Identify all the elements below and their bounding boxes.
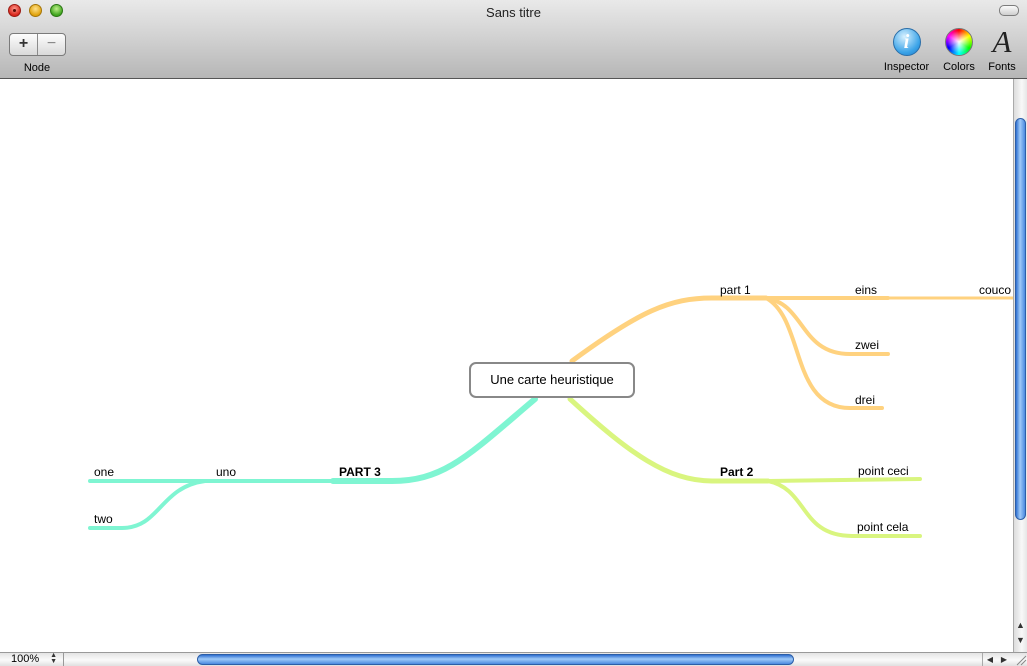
zoom-control[interactable]: 100% ▲ ▼: [0, 652, 64, 666]
scroll-up-icon[interactable]: ▲: [1014, 618, 1027, 633]
node-part-1[interactable]: part 1: [720, 283, 751, 297]
colors-label: Colors: [943, 61, 975, 73]
horizontal-scroll-thumb[interactable]: [197, 654, 794, 665]
fonts-tool[interactable]: A Fonts: [985, 24, 1019, 73]
node-one[interactable]: one: [94, 465, 114, 479]
color-wheel-icon: [945, 28, 973, 56]
resize-grip-icon[interactable]: [1013, 653, 1027, 666]
node-zwei[interactable]: zwei: [855, 338, 879, 352]
window-title: Sans titre: [486, 5, 541, 20]
node-point-cela[interactable]: point cela: [857, 520, 908, 534]
node-couco[interactable]: couco: [979, 283, 1011, 297]
zoom-stepper-icon[interactable]: ▲ ▼: [50, 652, 57, 665]
horizontal-scrollbar[interactable]: 100% ▲ ▼ ◀ ▶: [0, 652, 1027, 666]
scroll-left-icon[interactable]: ◀: [987, 653, 993, 666]
node-point-ceci[interactable]: point ceci: [858, 464, 909, 478]
colors-tool[interactable]: Colors: [939, 28, 979, 73]
toolbar-toggle-button[interactable]: [999, 5, 1019, 16]
inspector-tool[interactable]: i Inspector: [879, 28, 934, 73]
vertical-scroll-arrows[interactable]: ▲ ▼: [1014, 618, 1027, 652]
font-icon: A: [992, 24, 1012, 59]
inspector-label: Inspector: [883, 61, 930, 73]
horizontal-scroll-arrows[interactable]: ◀ ▶: [982, 653, 1011, 666]
window-toolbar: Sans titre + − Node i Inspector Colors A…: [0, 0, 1027, 79]
node-drei[interactable]: drei: [855, 393, 875, 407]
node-segmented-control: + −: [9, 33, 66, 56]
root-node[interactable]: Une carte heuristique: [469, 362, 635, 398]
node-eins[interactable]: eins: [855, 283, 877, 297]
remove-node-button[interactable]: −: [37, 34, 65, 55]
info-icon: i: [892, 28, 921, 56]
node-part-3[interactable]: PART 3: [339, 465, 381, 479]
add-node-button[interactable]: +: [10, 34, 37, 55]
vertical-scroll-thumb[interactable]: [1015, 118, 1026, 520]
fonts-label: Fonts: [988, 61, 1016, 73]
scroll-right-icon[interactable]: ▶: [1001, 653, 1007, 666]
node-part-2[interactable]: Part 2: [720, 465, 753, 479]
node-two[interactable]: two: [94, 512, 113, 526]
vertical-scrollbar[interactable]: ▲ ▼: [1013, 79, 1027, 652]
mindmap-canvas[interactable]: Une carte heuristique part 1 eins couco …: [0, 79, 1013, 652]
node-uno[interactable]: uno: [216, 465, 236, 479]
link-root-part1: [569, 295, 769, 364]
scroll-down-icon[interactable]: ▼: [1014, 633, 1027, 648]
link-part2-ceci: [766, 477, 922, 483]
zoom-value: 100%: [11, 653, 40, 665]
node-label: Node: [23, 62, 51, 74]
